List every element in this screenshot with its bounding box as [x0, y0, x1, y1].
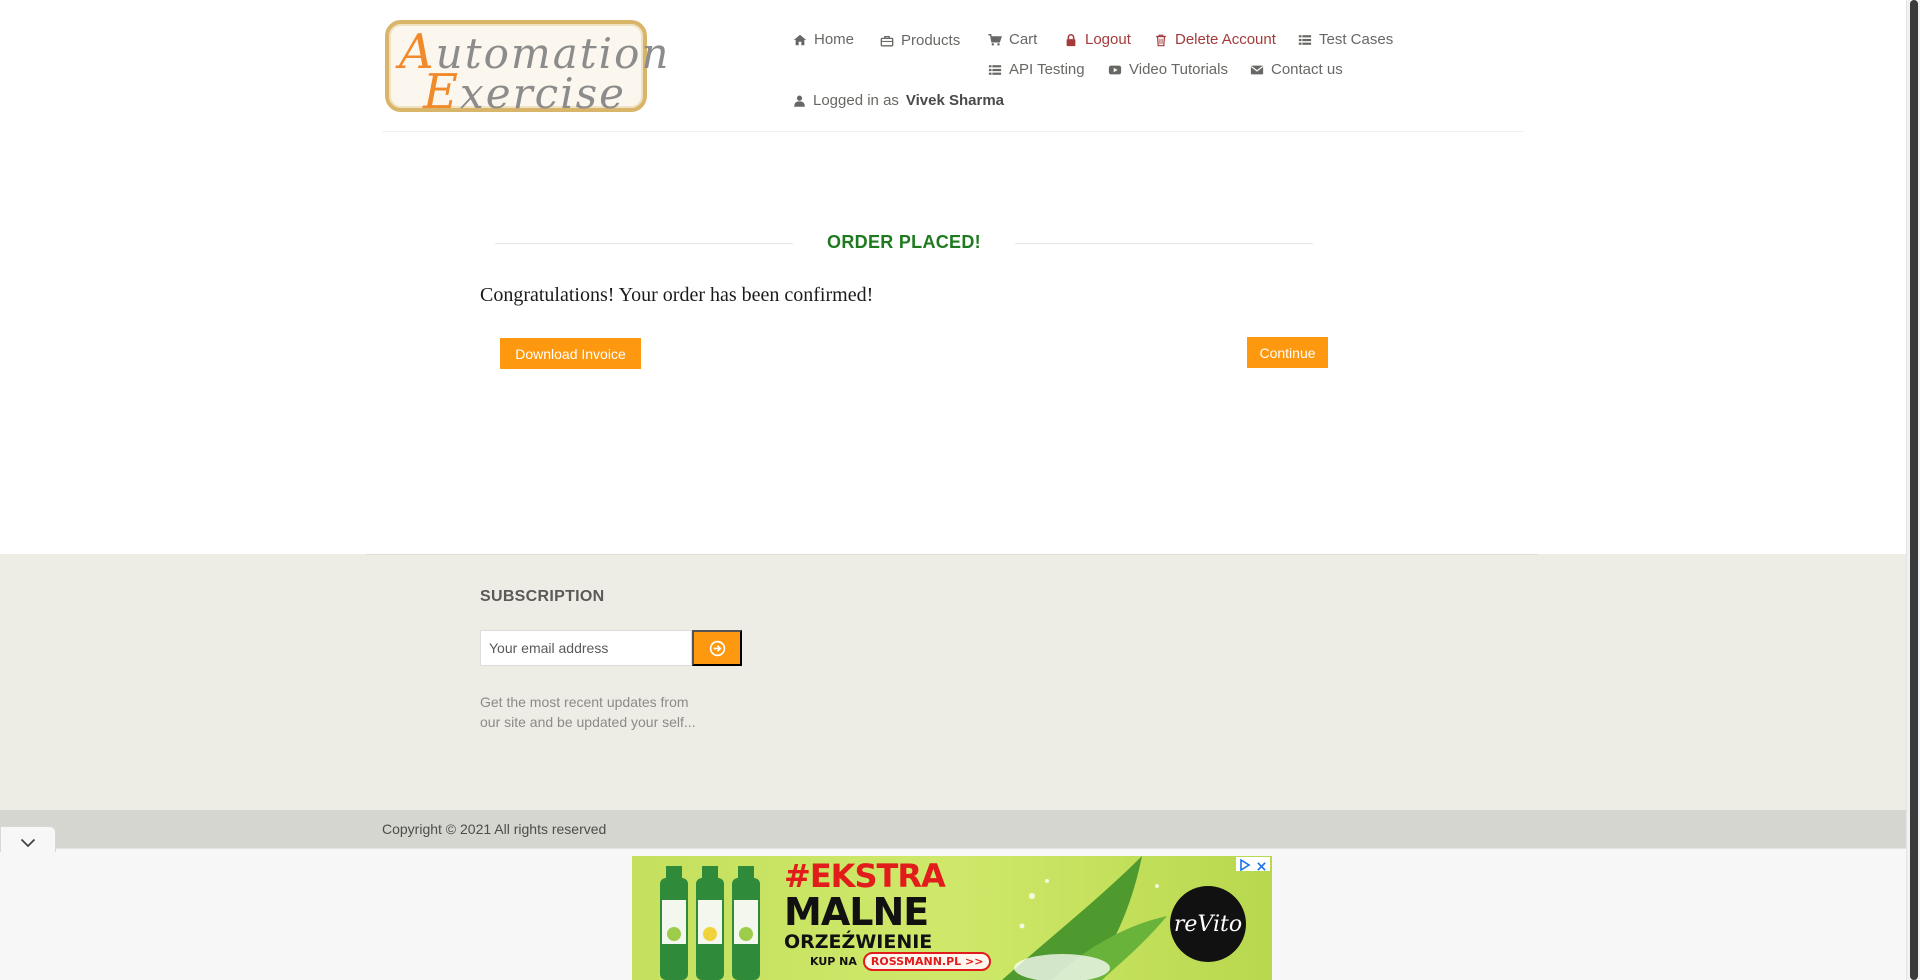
header-divider [382, 131, 1524, 132]
nav-products-label: Products [901, 32, 961, 49]
footer-widget: SUBSCRIPTION Get the most recent updates… [0, 554, 1906, 810]
order-placed-title: ORDER PLACED! [827, 232, 981, 252]
nav-cart-label: Cart [1009, 31, 1038, 48]
nav-delete-account-label: Delete Account [1175, 31, 1276, 48]
ad-headline: #EKSTRA MALNE ORZEŹWIENIE [784, 857, 946, 953]
user-icon [793, 94, 806, 108]
ad-cta: KUP NA ROSSMANN.PL >> [810, 952, 992, 971]
site-logo[interactable]: Automation Exercise [385, 20, 668, 116]
revito-brand-logo: reVito [1170, 886, 1246, 962]
youtube-play-icon [1108, 63, 1122, 77]
home-icon [793, 33, 807, 47]
nav-api-testing-label: API Testing [1009, 61, 1085, 78]
trash-icon [1154, 33, 1168, 47]
nav-contact-us-label: Contact us [1271, 61, 1343, 78]
nav-delete-account[interactable]: Delete Account [1154, 31, 1276, 48]
title-rule-right [1015, 243, 1313, 244]
subscription-title: SUBSCRIPTION [480, 588, 605, 605]
nav-api-testing[interactable]: API Testing [988, 61, 1085, 78]
list-icon [1298, 33, 1312, 47]
subscribe-button[interactable] [692, 630, 742, 666]
nav-test-cases-label: Test Cases [1319, 31, 1394, 48]
order-title-section: ORDER PLACED! [495, 232, 1313, 256]
envelope-icon [1250, 63, 1264, 77]
ad-headline-line-1: #EKSTRA [784, 857, 946, 895]
page-scrollbar[interactable] [1906, 0, 1920, 980]
briefcase-icon [880, 34, 894, 48]
scrollbar-thumb[interactable] [1910, 0, 1918, 980]
ad-brand-name: reVito [1173, 911, 1243, 937]
continue-button[interactable]: Continue [1247, 337, 1328, 368]
order-confirmation-message: Congratulations! Your order has been con… [480, 284, 874, 306]
lock-icon [1064, 33, 1078, 47]
nav-home-label: Home [814, 31, 855, 48]
footer-divider [366, 554, 1538, 555]
close-ad-icon[interactable] [1256, 859, 1267, 871]
nav-products[interactable]: Products [880, 32, 960, 49]
nav-video-tutorials-label: Video Tutorials [1129, 61, 1228, 78]
footer-bottom: Copyright © 2021 All rights reserved [0, 810, 1906, 848]
ad-cta-link[interactable]: ROSSMANN.PL >> [862, 952, 992, 971]
nav-contact-us[interactable]: Contact us [1250, 61, 1343, 78]
nav-video-tutorials[interactable]: Video Tutorials [1108, 61, 1228, 78]
copyright-text: Copyright © 2021 All rights reserved [382, 821, 607, 837]
site-header: Automation Exercise Home Products Cart L… [0, 0, 1906, 132]
ad-headline-line-2: MALNE [784, 890, 929, 934]
subscription-email-input[interactable] [480, 630, 692, 666]
logo-line-2: Exercise [423, 64, 627, 120]
ad-cta-prefix: KUP NA [810, 955, 857, 968]
list-icon [988, 63, 1002, 77]
logged-in-prefix: Logged in as [813, 92, 899, 109]
nav-cart[interactable]: Cart [988, 31, 1037, 48]
logged-in-username: Vivek Sharma [905, 92, 1005, 109]
ad-collapse-tab[interactable] [0, 826, 56, 852]
arrow-circle-right-icon [709, 640, 726, 657]
chevron-down-icon [20, 835, 36, 847]
shopping-cart-icon [988, 33, 1002, 47]
ad-controls [1236, 857, 1270, 872]
logged-in-status: Logged in as Vivek Sharma [793, 92, 1004, 109]
download-invoice-button[interactable]: Download Invoice [500, 338, 641, 369]
ad-banner[interactable]: #EKSTRA MALNE ORZEŹWIENIE KUP NA ROSSMAN… [632, 856, 1272, 980]
title-rule-left [495, 243, 793, 244]
subscription-description: Get the most recent updates from our sit… [480, 694, 696, 730]
nav-logout-label: Logout [1085, 31, 1131, 48]
nav-home[interactable]: Home [793, 31, 854, 48]
ad-headline-line-3: ORZEŹWIENIE [784, 931, 933, 953]
aloe-leaf-image [1002, 856, 1167, 980]
nav-test-cases[interactable]: Test Cases [1298, 31, 1393, 48]
adchoices-icon[interactable] [1239, 858, 1251, 872]
nav-logout[interactable]: Logout [1064, 31, 1131, 48]
drink-bottles-image [660, 866, 760, 980]
